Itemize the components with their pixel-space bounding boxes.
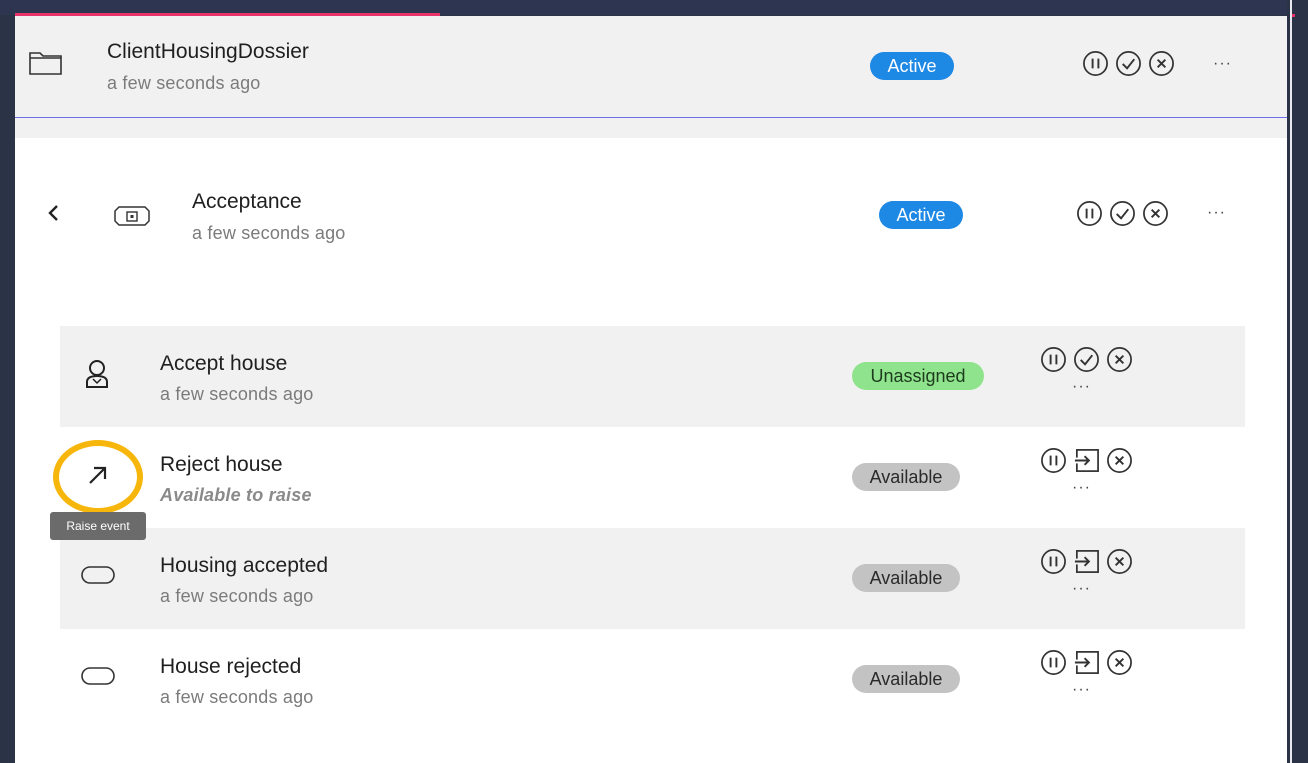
item-time: a few seconds ago xyxy=(160,687,314,707)
case-panel: ClientHousingDossier a few seconds ago A… xyxy=(15,16,1287,763)
list-item-house-rejected[interactable]: House rejected a few seconds ago Availab… xyxy=(60,629,1245,730)
item-more-button[interactable]: ··· xyxy=(1072,378,1091,396)
item-controls xyxy=(1040,346,1133,373)
item-title: House rejected xyxy=(160,655,302,678)
raise-event-tooltip: Raise event xyxy=(50,512,146,540)
dossier-more-button[interactable]: ··· xyxy=(1213,55,1232,73)
status-badge: Available xyxy=(852,665,960,693)
dossier-row[interactable]: ClientHousingDossier a few seconds ago A… xyxy=(15,16,1287,118)
pause-icon[interactable] xyxy=(1040,346,1067,373)
stage-status-badge: Active xyxy=(879,201,963,229)
edge-line xyxy=(1290,0,1292,763)
item-subtitle: Available to raise xyxy=(160,485,312,505)
stage-icon xyxy=(114,206,150,226)
item-title: Reject house xyxy=(160,453,283,476)
separator xyxy=(15,118,1287,138)
close-icon[interactable] xyxy=(1148,50,1175,77)
right-edge xyxy=(1287,0,1308,763)
check-icon[interactable] xyxy=(1109,200,1136,227)
dossier-time: a few seconds ago xyxy=(107,73,261,93)
close-icon[interactable] xyxy=(1142,200,1169,227)
close-icon[interactable] xyxy=(1106,649,1133,676)
stage-time: a few seconds ago xyxy=(192,223,346,243)
item-controls xyxy=(1040,649,1133,676)
item-time: a few seconds ago xyxy=(160,586,314,606)
folder-icon xyxy=(29,52,62,75)
pause-icon[interactable] xyxy=(1082,50,1109,77)
highlight-ring xyxy=(53,440,143,514)
dossier-status-badge: Active xyxy=(870,52,954,80)
chevron-left-icon[interactable] xyxy=(45,202,63,224)
item-time: a few seconds ago xyxy=(160,384,314,404)
milestone-icon xyxy=(81,566,115,584)
pause-icon[interactable] xyxy=(1040,447,1067,474)
user-icon xyxy=(86,360,108,388)
item-title: Accept house xyxy=(160,352,288,375)
milestone-icon xyxy=(81,667,115,685)
list-item-accept-house[interactable]: Accept house a few seconds ago Unassigne… xyxy=(60,326,1245,427)
pause-icon[interactable] xyxy=(1076,200,1103,227)
stage-controls xyxy=(1076,200,1169,227)
check-icon[interactable] xyxy=(1115,50,1142,77)
item-more-button[interactable]: ··· xyxy=(1072,580,1091,598)
pause-icon[interactable] xyxy=(1040,548,1067,575)
enter-icon[interactable] xyxy=(1073,447,1100,474)
check-icon[interactable] xyxy=(1073,346,1100,373)
item-more-button[interactable]: ··· xyxy=(1072,681,1091,699)
pause-icon[interactable] xyxy=(1040,649,1067,676)
stage-title: Acceptance xyxy=(192,190,302,213)
enter-icon[interactable] xyxy=(1073,649,1100,676)
close-icon[interactable] xyxy=(1106,346,1133,373)
stage-more-button[interactable]: ··· xyxy=(1207,204,1226,222)
enter-icon[interactable] xyxy=(1073,548,1100,575)
list-item-reject-house[interactable]: Reject house Available to raise Availabl… xyxy=(60,427,1245,528)
list-item-housing-accepted[interactable]: Housing accepted a few seconds ago Avail… xyxy=(60,528,1245,629)
item-controls xyxy=(1040,548,1133,575)
status-badge: Unassigned xyxy=(852,362,984,390)
dossier-title: ClientHousingDossier xyxy=(107,40,309,63)
status-badge: Available xyxy=(852,564,960,592)
close-icon[interactable] xyxy=(1106,548,1133,575)
item-title: Housing accepted xyxy=(160,554,329,577)
dossier-controls xyxy=(1082,50,1175,77)
status-badge: Available xyxy=(852,463,960,491)
item-more-button[interactable]: ··· xyxy=(1072,479,1091,497)
item-controls xyxy=(1040,447,1133,474)
close-icon[interactable] xyxy=(1106,447,1133,474)
